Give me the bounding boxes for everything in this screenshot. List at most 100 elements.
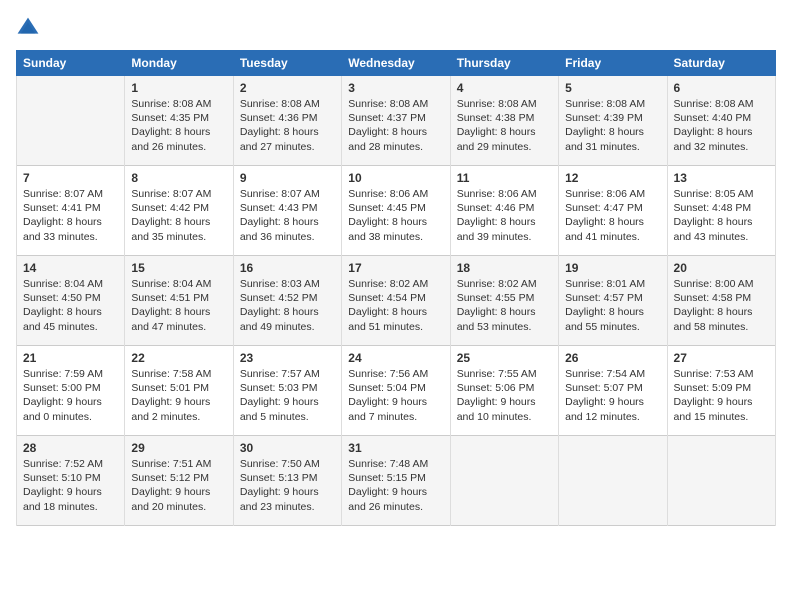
cell-line: Sunset: 5:04 PM xyxy=(348,381,443,395)
cell-line: Sunrise: 7:51 AM xyxy=(131,457,226,471)
week-row-1: 1Sunrise: 8:08 AMSunset: 4:35 PMDaylight… xyxy=(17,76,776,166)
cell-line: Daylight: 8 hours xyxy=(131,305,226,319)
cell-line: Sunrise: 8:04 AM xyxy=(131,277,226,291)
cell-line: Daylight: 8 hours xyxy=(240,215,335,229)
cell-line: Sunrise: 8:00 AM xyxy=(674,277,769,291)
cell-line: and 10 minutes. xyxy=(457,410,552,424)
cell-line: and 58 minutes. xyxy=(674,320,769,334)
cell-line: Daylight: 9 hours xyxy=(240,485,335,499)
day-number: 30 xyxy=(240,441,335,455)
day-number: 12 xyxy=(565,171,660,185)
calendar-cell: 31Sunrise: 7:48 AMSunset: 5:15 PMDayligh… xyxy=(342,436,450,526)
weekday-header-tuesday: Tuesday xyxy=(233,51,341,76)
day-number: 6 xyxy=(674,81,769,95)
cell-line: Daylight: 8 hours xyxy=(457,125,552,139)
cell-line: Sunset: 4:43 PM xyxy=(240,201,335,215)
weekday-header-friday: Friday xyxy=(559,51,667,76)
cell-line: and 51 minutes. xyxy=(348,320,443,334)
header-row: SundayMondayTuesdayWednesdayThursdayFrid… xyxy=(17,51,776,76)
calendar-cell: 15 Sunrise: 8:04 AMSunset: 4:51 PMDayligh… xyxy=(125,256,233,346)
cell-line: Sunrise: 8:03 AM xyxy=(240,277,335,291)
cell-line: and 41 minutes. xyxy=(565,230,660,244)
cell-line: Sunset: 4:46 PM xyxy=(457,201,552,215)
calendar-cell: 24Sunrise: 7:56 AMSunset: 5:04 PMDayligh… xyxy=(342,346,450,436)
cell-line: Sunrise: 7:52 AM xyxy=(23,457,118,471)
day-number: 5 xyxy=(565,81,660,95)
cell-line: Sunset: 4:47 PM xyxy=(565,201,660,215)
day-number: 31 xyxy=(348,441,443,455)
cell-line: Sunrise: 8:07 AM xyxy=(131,187,226,201)
cell-line: Daylight: 8 hours xyxy=(348,215,443,229)
cell-line: Sunset: 4:50 PM xyxy=(23,291,118,305)
cell-line: and 35 minutes. xyxy=(131,230,226,244)
cell-line: and 20 minutes. xyxy=(131,500,226,514)
calendar-cell: 13Sunrise: 8:05 AMSunset: 4:48 PMDayligh… xyxy=(667,166,775,256)
cell-line: and 53 minutes. xyxy=(457,320,552,334)
calendar-cell xyxy=(667,436,775,526)
calendar-cell: 29Sunrise: 7:51 AMSunset: 5:12 PMDayligh… xyxy=(125,436,233,526)
day-number: 2 xyxy=(240,81,335,95)
cell-line: and 55 minutes. xyxy=(565,320,660,334)
logo-icon xyxy=(16,16,40,40)
week-row-2: 7Sunrise: 8:07 AMSunset: 4:41 PMDaylight… xyxy=(17,166,776,256)
cell-line: Daylight: 8 hours xyxy=(240,305,335,319)
cell-line: Sunset: 4:51 PM xyxy=(131,291,226,305)
day-number: 23 xyxy=(240,351,335,365)
logo xyxy=(16,16,44,40)
calendar-cell: 26Sunrise: 7:54 AMSunset: 5:07 PMDayligh… xyxy=(559,346,667,436)
cell-line: and 33 minutes. xyxy=(23,230,118,244)
day-number: 10 xyxy=(348,171,443,185)
cell-line: Daylight: 9 hours xyxy=(23,395,118,409)
cell-line: Sunrise: 8:05 AM xyxy=(674,187,769,201)
day-number: 4 xyxy=(457,81,552,95)
cell-line: Daylight: 9 hours xyxy=(457,395,552,409)
calendar-cell: 10Sunrise: 8:06 AMSunset: 4:45 PMDayligh… xyxy=(342,166,450,256)
cell-line: Sunrise: 8:02 AM xyxy=(457,277,552,291)
calendar-cell: 21Sunrise: 7:59 AMSunset: 5:00 PMDayligh… xyxy=(17,346,125,436)
day-number: 26 xyxy=(565,351,660,365)
cell-line: Sunset: 5:06 PM xyxy=(457,381,552,395)
calendar-cell: 27Sunrise: 7:53 AMSunset: 5:09 PMDayligh… xyxy=(667,346,775,436)
cell-line: Sunrise: 8:06 AM xyxy=(457,187,552,201)
header xyxy=(16,16,776,40)
cell-line: Sunset: 5:09 PM xyxy=(674,381,769,395)
cell-line: Sunset: 4:45 PM xyxy=(348,201,443,215)
weekday-header-sunday: Sunday xyxy=(17,51,125,76)
day-number: 15 xyxy=(131,261,226,275)
cell-line: Sunset: 5:13 PM xyxy=(240,471,335,485)
cell-line: Sunset: 4:48 PM xyxy=(674,201,769,215)
cell-line: Sunrise: 7:48 AM xyxy=(348,457,443,471)
cell-line: and 12 minutes. xyxy=(565,410,660,424)
cell-line: Sunrise: 8:08 AM xyxy=(565,97,660,111)
day-number: 29 xyxy=(131,441,226,455)
calendar-cell: 28Sunrise: 7:52 AMSunset: 5:10 PMDayligh… xyxy=(17,436,125,526)
day-number: 24 xyxy=(348,351,443,365)
cell-line: Daylight: 8 hours xyxy=(348,125,443,139)
day-number: 8 xyxy=(131,171,226,185)
cell-line: Sunset: 5:03 PM xyxy=(240,381,335,395)
calendar-cell: 12Sunrise: 8:06 AMSunset: 4:47 PMDayligh… xyxy=(559,166,667,256)
day-number: 28 xyxy=(23,441,118,455)
weekday-header-wednesday: Wednesday xyxy=(342,51,450,76)
cell-line: Sunrise: 8:01 AM xyxy=(565,277,660,291)
cell-line: and 43 minutes. xyxy=(674,230,769,244)
weekday-header-monday: Monday xyxy=(125,51,233,76)
calendar-cell: 19Sunrise: 8:01 AMSunset: 4:57 PMDayligh… xyxy=(559,256,667,346)
cell-line: Sunset: 4:39 PM xyxy=(565,111,660,125)
cell-line: Sunset: 4:57 PM xyxy=(565,291,660,305)
cell-line: and 18 minutes. xyxy=(23,500,118,514)
cell-line: Sunset: 4:35 PM xyxy=(131,111,226,125)
cell-line: Sunrise: 7:58 AM xyxy=(131,367,226,381)
cell-line: Daylight: 9 hours xyxy=(348,395,443,409)
day-number: 14 xyxy=(23,261,118,275)
cell-line: Sunset: 4:41 PM xyxy=(23,201,118,215)
cell-line: Sunrise: 8:08 AM xyxy=(457,97,552,111)
cell-line: Daylight: 8 hours xyxy=(457,305,552,319)
cell-line: and 26 minutes. xyxy=(348,500,443,514)
calendar-cell: 7Sunrise: 8:07 AMSunset: 4:41 PMDaylight… xyxy=(17,166,125,256)
cell-line: Daylight: 9 hours xyxy=(240,395,335,409)
cell-line: Sunrise: 7:53 AM xyxy=(674,367,769,381)
cell-line: Daylight: 8 hours xyxy=(23,215,118,229)
cell-line: Sunrise: 8:08 AM xyxy=(674,97,769,111)
cell-line: Sunset: 5:00 PM xyxy=(23,381,118,395)
